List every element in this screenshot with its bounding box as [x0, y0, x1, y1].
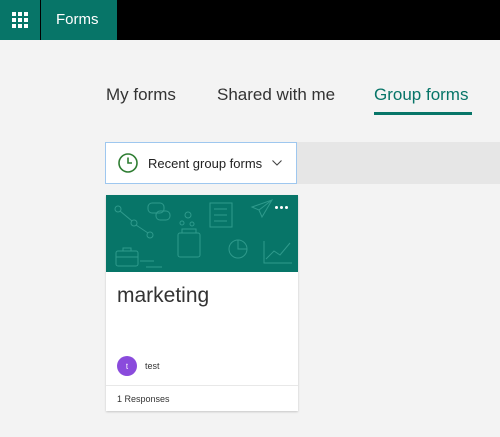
- ellipsis-icon: [274, 205, 278, 209]
- tab-group-forms[interactable]: Group forms: [374, 85, 468, 105]
- form-card[interactable]: marketing t test 1 Responses: [106, 195, 298, 411]
- dropdown-selected-label: Recent group forms: [148, 155, 263, 171]
- top-bar: Forms: [0, 0, 500, 40]
- app-launcher-waffle-icon: [12, 12, 28, 28]
- responses-count: 1 Responses: [117, 394, 170, 404]
- app-name-link[interactable]: Forms: [41, 0, 117, 40]
- filter-bar: Recent group forms: [105, 142, 500, 184]
- form-card-more-button[interactable]: [268, 199, 294, 215]
- clock-icon: [118, 153, 138, 173]
- form-title: marketing: [117, 284, 210, 307]
- tab-shared-with-me[interactable]: Shared with me: [217, 85, 335, 105]
- form-card-banner: [106, 195, 298, 272]
- recent-forms-dropdown[interactable]: Recent group forms: [105, 142, 297, 184]
- app-launcher-button[interactable]: [0, 0, 40, 40]
- tab-my-forms[interactable]: My forms: [106, 85, 176, 105]
- form-owner: t test: [117, 356, 160, 376]
- avatar: t: [117, 356, 137, 376]
- active-tab-indicator: [374, 112, 472, 115]
- card-divider: [106, 385, 298, 386]
- chevron-down-icon: [272, 160, 283, 166]
- owner-name: test: [145, 361, 160, 371]
